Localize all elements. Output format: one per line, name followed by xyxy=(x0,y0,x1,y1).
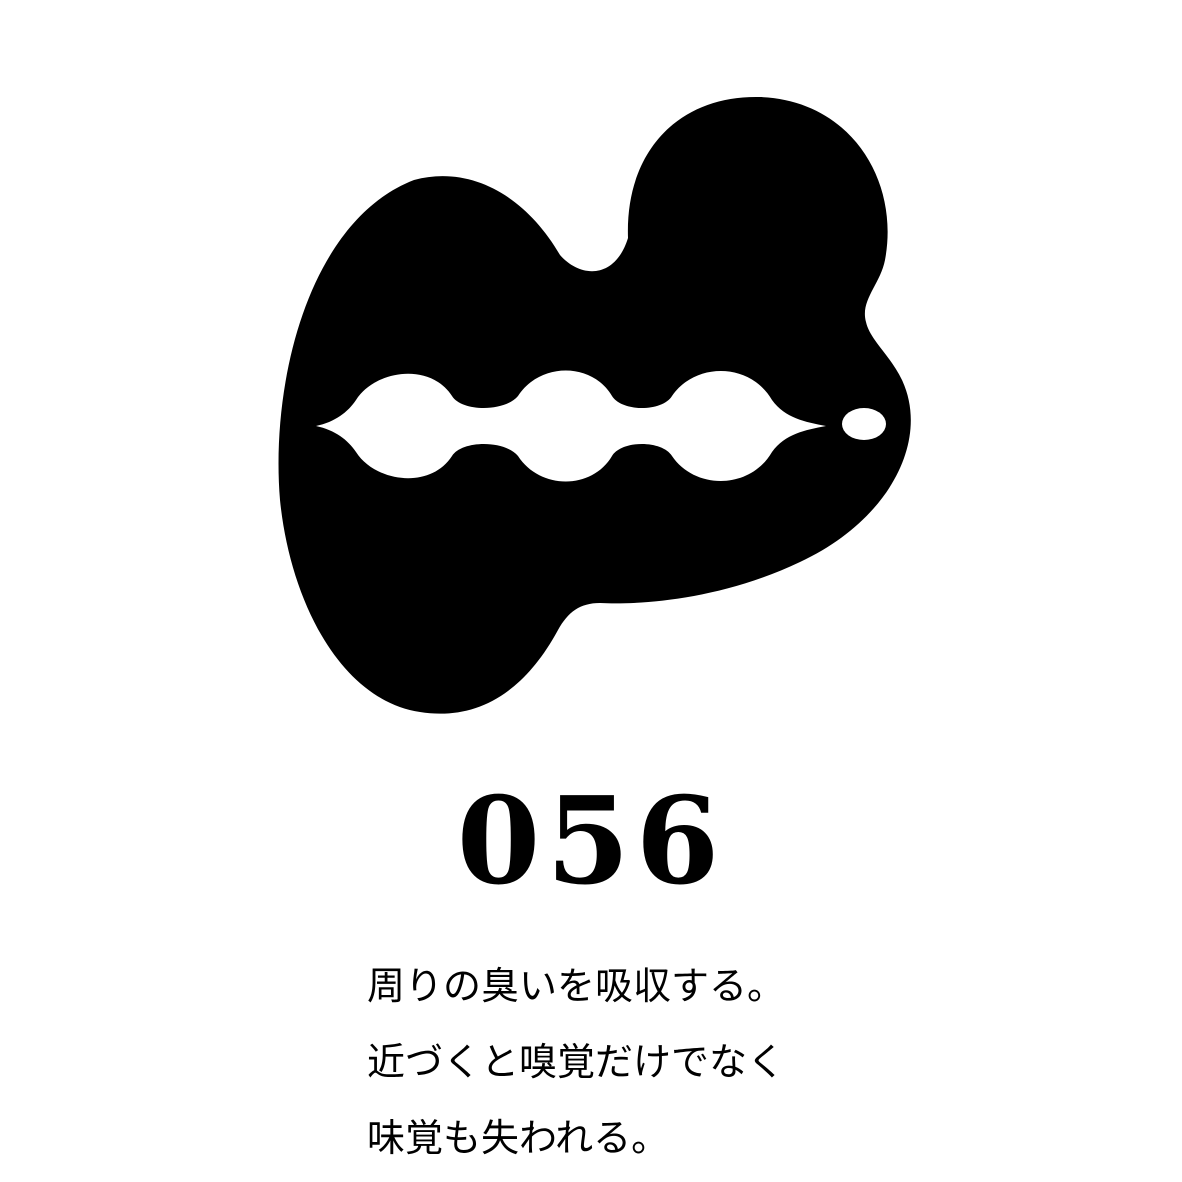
creature-mouth xyxy=(316,370,826,482)
description-line: 味覚も失われる。 xyxy=(367,1116,670,1160)
creature-eye xyxy=(842,408,886,440)
description-line: 近づくと嗅覚だけでなく xyxy=(367,1040,786,1084)
entry-number: 056 xyxy=(456,771,726,912)
entry-description: 周りの臭いを吸収する。 近づくと嗅覚だけでなく 味覚も失われる。 xyxy=(367,948,887,1176)
description-line: 周りの臭いを吸収する。 xyxy=(367,964,786,1008)
